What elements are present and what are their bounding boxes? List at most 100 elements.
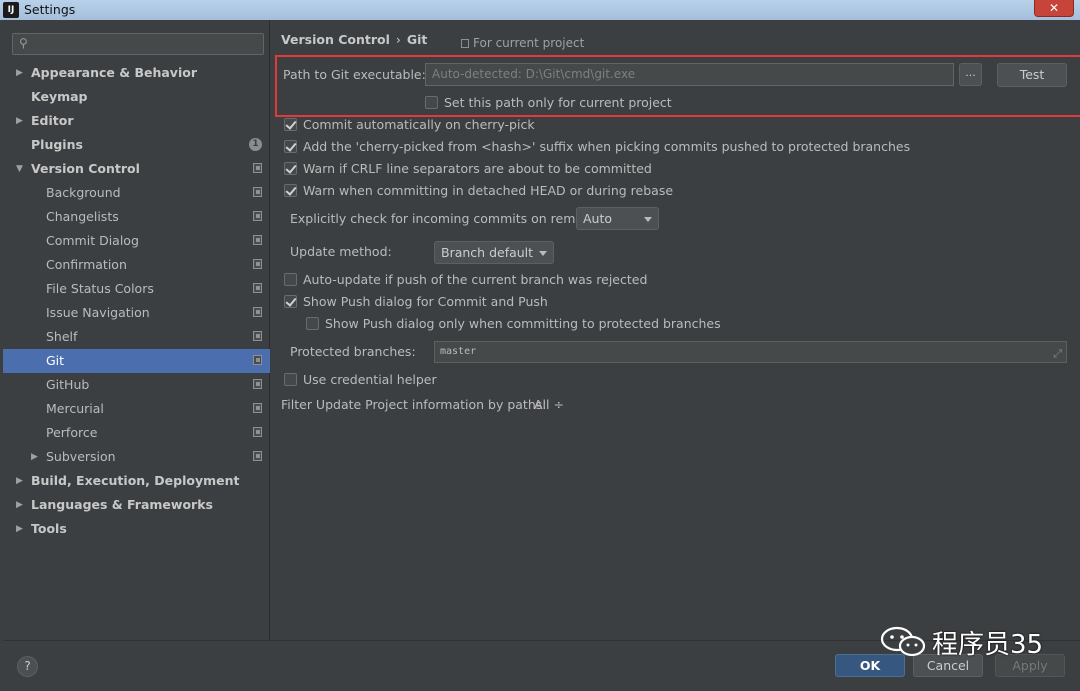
sidebar-item-commit-dialog[interactable]: Commit Dialog (3, 229, 270, 253)
sidebar-item-label: Keymap (31, 89, 88, 104)
sidebar-item-issue-navigation[interactable]: Issue Navigation (3, 301, 270, 325)
option-checkbox-label: Auto-update if push of the current branc… (303, 272, 648, 287)
sidebar-item-plugins[interactable]: Plugins 1 (3, 133, 270, 157)
option-checkbox-label: Add the 'cherry-picked from <hash>' suff… (303, 139, 911, 154)
update-method-label: Update method: (290, 244, 392, 259)
project-scope-icon (253, 307, 262, 317)
test-button[interactable]: Test (997, 63, 1067, 87)
update-method-combo[interactable]: Branch default (434, 241, 554, 264)
project-scope-icon (253, 211, 262, 221)
option-checkbox[interactable] (284, 118, 297, 131)
sidebar-item-label: Shelf (46, 329, 78, 344)
update-method-value: Branch default (441, 245, 534, 260)
sidebar-item-subversion[interactable]: ▶ Subversion (3, 445, 270, 469)
sidebar-item-languages-frameworks[interactable]: ▶ Languages & Frameworks (3, 493, 270, 517)
expand-icon[interactable]: ⤢ (1053, 344, 1062, 364)
settings-search-input[interactable] (37, 35, 257, 53)
option-checkbox-label: Warn if CRLF line separators are about t… (303, 161, 652, 176)
sidebar-item-git[interactable]: Git (3, 349, 270, 373)
window-title: Settings (24, 2, 76, 17)
protected-branches-input[interactable]: master ⤢ (434, 341, 1067, 363)
sidebar-item-label: Subversion (46, 449, 116, 464)
project-scope-icon (253, 355, 262, 365)
sidebar-item-version-control[interactable]: ▼ Version Control (3, 157, 270, 181)
incoming-check-label: Explicitly check for incoming commits on… (290, 211, 607, 226)
breadcrumb-parent[interactable]: Version Control (281, 32, 390, 47)
git-path-label: Path to Git executable: (283, 67, 426, 82)
collapsed-arrow-icon[interactable]: ▶ (16, 493, 23, 517)
sidebar-item-label: Git (46, 353, 65, 368)
sidebar-item-shelf[interactable]: Shelf (3, 325, 270, 349)
sidebar-item-changelists[interactable]: Changelists (3, 205, 270, 229)
breadcrumb-separator: › (395, 32, 401, 47)
browse-button[interactable]: ... (959, 63, 982, 86)
sidebar-item-editor[interactable]: ▶ Editor (3, 109, 270, 133)
credential-helper-label: Use credential helper (303, 372, 437, 387)
protected-branches-label: Protected branches: (290, 344, 416, 359)
only-current-project-label: Set this path only for current project (444, 95, 672, 110)
credential-helper-checkbox[interactable] (284, 373, 297, 386)
sidebar-item-label: Plugins (31, 137, 83, 152)
chevron-down-icon (644, 217, 652, 222)
sidebar-item-label: Commit Dialog (46, 233, 139, 248)
project-scope-icon (253, 379, 262, 389)
project-scope-icon (253, 451, 262, 461)
sidebar-item-label: File Status Colors (46, 281, 154, 296)
collapsed-arrow-icon[interactable]: ▶ (16, 469, 23, 493)
expanded-arrow-icon[interactable]: ▼ (16, 157, 23, 181)
intellij-app-icon: IJ (3, 2, 19, 18)
settings-search-box[interactable]: ⚲ (12, 33, 264, 55)
collapsed-arrow-icon[interactable]: ▶ (16, 61, 23, 85)
option-checkbox[interactable] (284, 273, 297, 286)
update-count-badge: 1 (249, 138, 262, 151)
sidebar-item-keymap[interactable]: Keymap (3, 85, 270, 109)
sidebar-item-label: Tools (31, 521, 67, 536)
project-scope-icon (253, 427, 262, 437)
chevron-down-icon (539, 251, 547, 256)
incoming-check-combo[interactable]: Auto (576, 207, 659, 230)
sidebar-item-label: Version Control (31, 161, 140, 176)
git-settings-panel: Version Control › Git For current project … (271, 20, 1080, 640)
sidebar-item-file-status-colors[interactable]: File Status Colors (3, 277, 270, 301)
only-current-project-checkbox[interactable] (425, 96, 438, 109)
git-path-input[interactable]: Auto-detected: D:\Git\cmd\git.exe (425, 63, 954, 86)
sidebar-item-label: Changelists (46, 209, 119, 224)
sidebar-item-background[interactable]: Background (3, 181, 270, 205)
watermark-text: 程序员35 (932, 630, 1044, 660)
settings-sidebar: ⚲ ▶ Appearance & Behavior Keymap ▶ Editor Plu… (3, 20, 270, 640)
collapsed-arrow-icon[interactable]: ▶ (31, 445, 38, 469)
help-button[interactable]: ? (17, 656, 38, 677)
option-checkbox-label: Commit automatically on cherry-pick (303, 117, 535, 132)
sidebar-item-mercurial[interactable]: Mercurial (3, 397, 270, 421)
close-window-button[interactable]: ✕ (1034, 0, 1074, 17)
sidebar-item-label: Editor (31, 113, 74, 128)
collapsed-arrow-icon[interactable]: ▶ (16, 517, 23, 541)
option-checkbox[interactable] (306, 317, 319, 330)
sidebar-item-build-execution-deployment[interactable]: ▶ Build, Execution, Deployment (3, 469, 270, 493)
sidebar-item-appearance-behavior[interactable]: ▶ Appearance & Behavior (3, 61, 270, 85)
option-checkbox-label: Warn when committing in detached HEAD or… (303, 183, 674, 198)
filter-paths-selector[interactable]: All ÷ (534, 397, 564, 412)
sidebar-item-label: Languages & Frameworks (31, 497, 213, 512)
sidebar-item-github[interactable]: GitHub (3, 373, 270, 397)
option-checkbox[interactable] (284, 295, 297, 308)
sidebar-item-label: Appearance & Behavior (31, 65, 197, 80)
option-checkbox[interactable] (284, 140, 297, 153)
option-checkbox[interactable] (284, 162, 297, 175)
collapsed-arrow-icon[interactable]: ▶ (16, 109, 23, 133)
search-icon: ⚲ (19, 36, 28, 50)
sidebar-item-confirmation[interactable]: Confirmation (3, 253, 270, 277)
protected-branches-value: master (440, 346, 477, 357)
sidebar-item-label: Confirmation (46, 257, 127, 272)
option-checkbox[interactable] (284, 184, 297, 197)
sidebar-item-perforce[interactable]: Perforce (3, 421, 270, 445)
sidebar-item-tools[interactable]: ▶ Tools (3, 517, 270, 541)
option-checkbox-label: Show Push dialog only when committing to… (325, 316, 721, 331)
sidebar-item-label: Background (46, 185, 121, 200)
incoming-check-value: Auto (583, 211, 613, 226)
project-scope-icon (253, 163, 262, 173)
project-scope-icon (253, 187, 262, 197)
sidebar-item-label: Build, Execution, Deployment (31, 473, 240, 488)
scope-note: For current project (461, 36, 584, 50)
title-bar: IJ Settings ✕ (0, 0, 1080, 20)
